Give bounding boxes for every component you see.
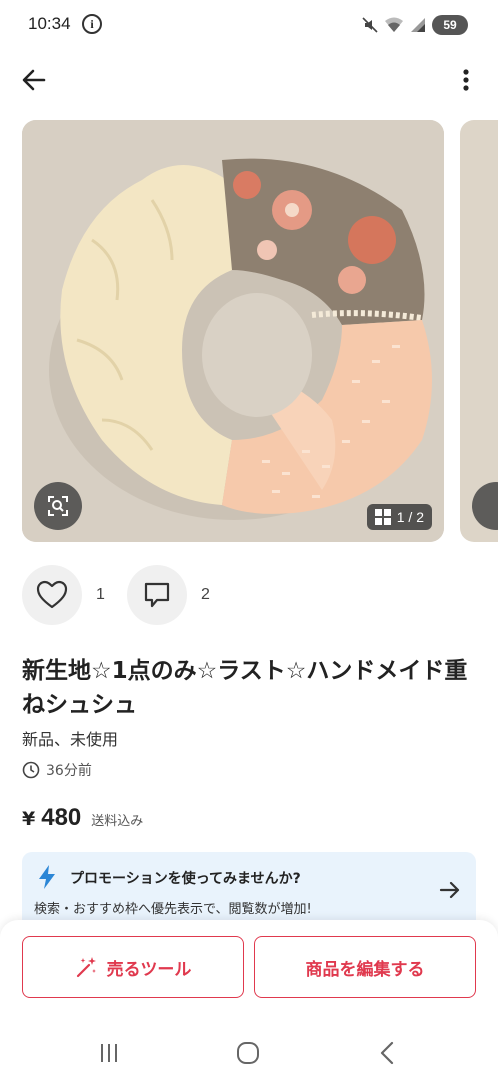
edit-item-button[interactable]: 商品を編集する bbox=[254, 936, 476, 998]
product-image[interactable]: 1 / 2 bbox=[22, 120, 444, 542]
status-bar: 10:34 i 59 bbox=[0, 0, 498, 50]
arrow-right-icon bbox=[439, 881, 460, 899]
clock-icon bbox=[22, 761, 40, 779]
promotion-subtitle: 検索・おすすめ枠へ優先表示で、閲覧数が増加! bbox=[34, 902, 312, 917]
edit-item-label: 商品を編集する bbox=[305, 959, 425, 980]
lens-icon bbox=[48, 496, 68, 516]
chevron-left-icon bbox=[380, 1041, 394, 1065]
recents-icon bbox=[101, 1044, 117, 1062]
promotion-title: プロモーションを使ってみませんか? bbox=[70, 871, 301, 887]
like-count: 1 bbox=[96, 586, 105, 603]
like-button[interactable] bbox=[22, 565, 82, 625]
comment-icon bbox=[144, 582, 170, 608]
heart-icon bbox=[36, 580, 68, 609]
status-icons: 59 bbox=[362, 14, 468, 36]
price-value: 480 bbox=[41, 804, 82, 831]
comment-count: 2 bbox=[201, 586, 210, 603]
image-search-button[interactable] bbox=[34, 482, 82, 530]
comment-action: 2 bbox=[127, 565, 210, 625]
home-button[interactable] bbox=[233, 1038, 263, 1068]
battery-level: 59 bbox=[443, 18, 457, 32]
grid-icon bbox=[374, 509, 391, 525]
sell-tools-label: 売るツール bbox=[106, 959, 192, 980]
arrow-left-icon bbox=[22, 69, 46, 91]
item-title: 新生地☆1点のみ☆ラスト☆ハンドメイド重ねシュシュ bbox=[22, 658, 468, 718]
lightning-icon bbox=[39, 865, 55, 889]
sparkle-wand-icon bbox=[76, 957, 96, 978]
posted-time: 36分前 bbox=[22, 760, 92, 780]
system-back-button[interactable] bbox=[373, 1038, 403, 1068]
home-icon bbox=[237, 1042, 259, 1064]
wifi-icon bbox=[385, 17, 403, 32]
system-nav-bar bbox=[0, 1028, 498, 1080]
back-button[interactable] bbox=[18, 64, 50, 96]
mute-icon bbox=[362, 17, 378, 33]
item-condition: 新品、未使用 bbox=[22, 730, 119, 749]
info-icon: i bbox=[82, 14, 102, 34]
posted-time-text: 36分前 bbox=[46, 763, 92, 779]
next-product-image[interactable] bbox=[460, 120, 498, 542]
price-currency: ¥ bbox=[22, 808, 36, 830]
scrunchie-photo bbox=[22, 120, 444, 542]
signal-icon bbox=[411, 18, 425, 32]
comment-button[interactable] bbox=[127, 565, 187, 625]
status-time: 10:34 bbox=[28, 14, 71, 33]
more-vert-icon bbox=[463, 69, 469, 91]
price: ¥ 480 送料込み bbox=[22, 804, 143, 832]
more-options-button[interactable] bbox=[454, 64, 478, 96]
recents-button[interactable] bbox=[94, 1038, 124, 1068]
shipping-note: 送料込み bbox=[91, 814, 144, 829]
sell-tools-button[interactable]: 売るツール bbox=[22, 936, 244, 998]
image-counter: 1 / 2 bbox=[366, 504, 432, 530]
battery-indicator: 59 bbox=[432, 15, 468, 35]
like-action: 1 bbox=[22, 565, 105, 625]
bottom-action-panel: 売るツール 商品を編集する bbox=[0, 920, 498, 1080]
image-counter-text: 1 / 2 bbox=[396, 509, 424, 525]
image-search-button-next[interactable] bbox=[472, 482, 498, 530]
